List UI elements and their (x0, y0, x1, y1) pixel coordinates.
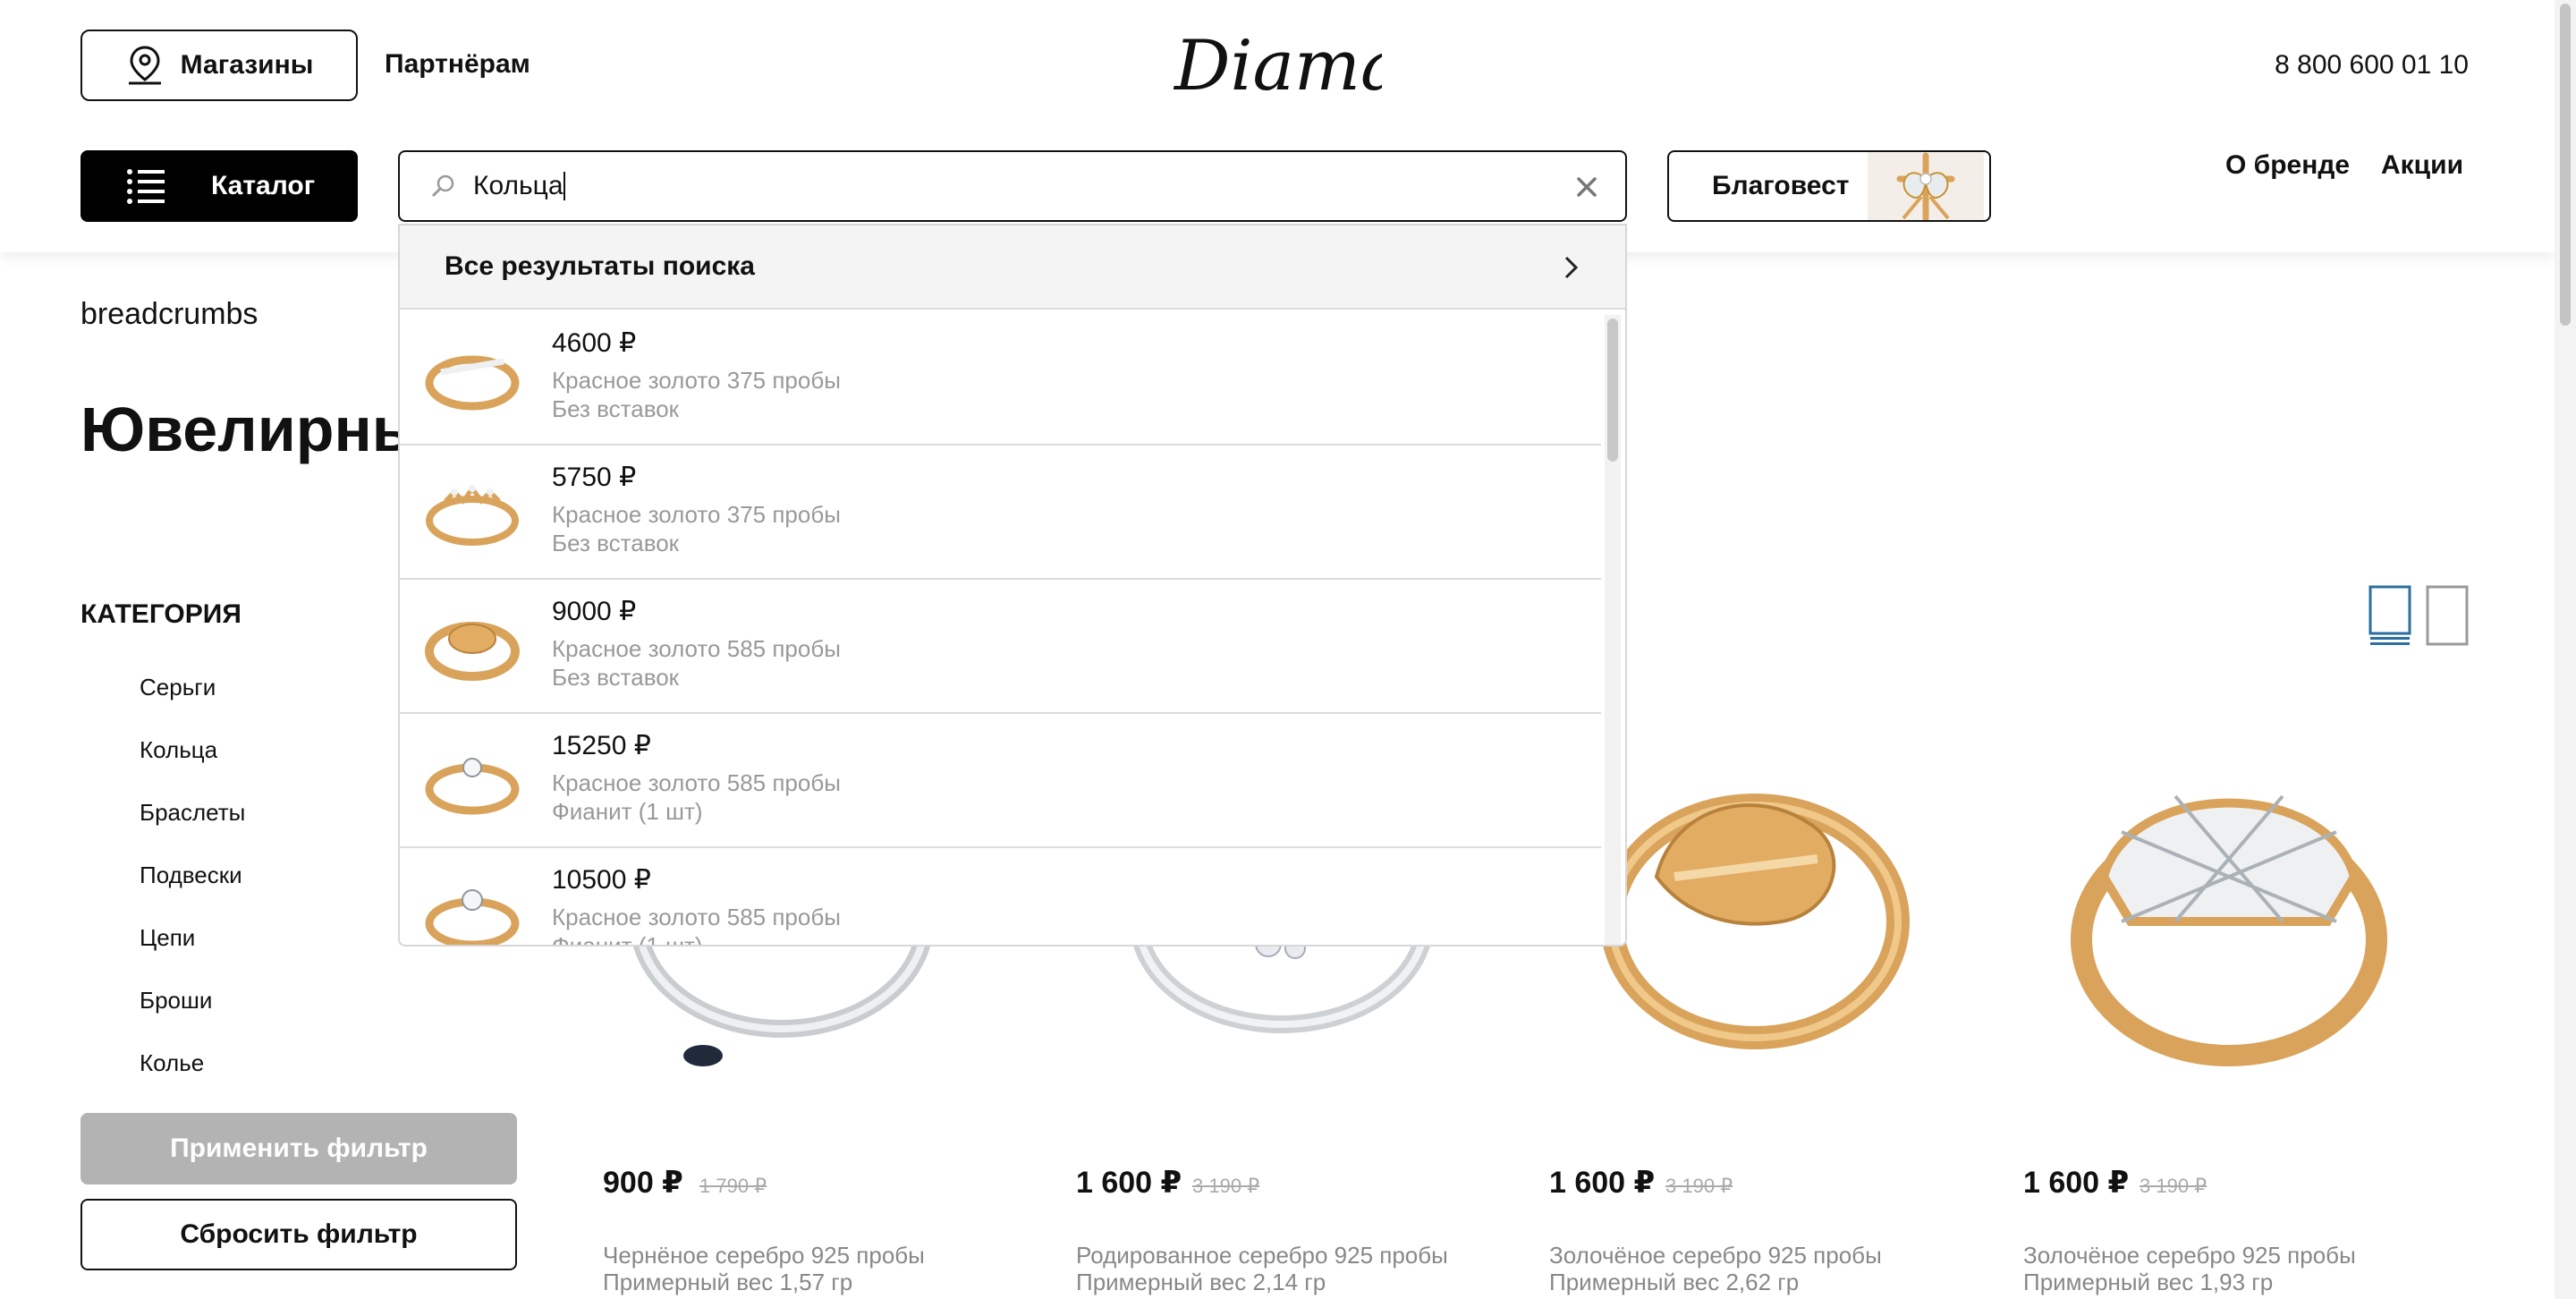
single-view-icon[interactable] (2424, 585, 2470, 646)
page-scrollbar-thumb[interactable] (2560, 4, 2571, 326)
ring-thumbnail (426, 484, 519, 546)
search-suggestion-item[interactable]: 4600 ₽ Красное золото 375 пробы Без вста… (400, 311, 1601, 446)
suggestion-insert: Фианит (1 шт) (552, 798, 703, 825)
suggestion-metal: Красное золото 585 пробы (552, 635, 841, 662)
stores-button[interactable]: Магазины (80, 30, 358, 101)
product-weight: Примерный вес 2,62 гр (1549, 1269, 1800, 1295)
cross-pendant-image (1868, 152, 1984, 220)
dropdown-scrollbar-thumb[interactable] (1607, 318, 1618, 462)
suggestion-price: 4600 ₽ (552, 328, 637, 358)
phone-number[interactable]: 8 800 600 01 10 (2275, 50, 2469, 81)
product-price: 1 600 ₽ (1076, 1166, 1182, 1200)
product-weight: Примерный вес 2,14 гр (1076, 1269, 1326, 1295)
category-item-earrings[interactable]: Серьги (140, 671, 245, 734)
nav-about-brand[interactable]: О бренде (2225, 150, 2350, 181)
brand-logo[interactable]: Diamant (1167, 18, 1382, 107)
chevron-right-icon (1564, 256, 1579, 279)
stores-label: Магазины (180, 50, 314, 80)
all-search-results-link[interactable]: Все результаты поиска (400, 225, 1625, 310)
suggestion-metal: Красное золото 585 пробы (552, 769, 841, 796)
product-metal: Родированное серебро 925 пробы (1076, 1242, 1448, 1269)
search-suggestion-item[interactable]: 15250 ₽ Красное золото 585 пробы Фианит … (400, 714, 1601, 848)
product-weight: Примерный вес 1,57 гр (603, 1269, 853, 1295)
product-weight: Примерный вес 1,93 гр (2023, 1269, 2274, 1295)
breadcrumb[interactable]: breadcrumbs (80, 297, 258, 332)
page-title: Ювелирны (80, 395, 426, 464)
category-item-rings[interactable]: Кольца (140, 734, 245, 796)
page-scrollbar[interactable] (2555, 0, 2576, 1299)
suggestion-metal: Красное золото 585 пробы (552, 904, 841, 930)
search-icon (431, 174, 454, 198)
promo-label: Благовест (1712, 171, 1850, 200)
ring-thumbnail (425, 355, 520, 411)
category-item-bracelets[interactable]: Браслеты (140, 796, 245, 859)
category-item-brooches[interactable]: Броши (140, 984, 245, 1047)
product-metal: Золочёное серебро 925 пробы (2023, 1242, 2356, 1269)
logo-text: Diamant (1173, 26, 1382, 106)
product-image (2071, 794, 2387, 1066)
suggestion-price: 15250 ₽ (552, 731, 651, 760)
ring-thumbnail (425, 889, 520, 945)
dropdown-scrollbar[interactable] (1605, 315, 1621, 945)
product-price: 900 ₽ (603, 1166, 683, 1200)
text-cursor (563, 172, 565, 200)
search-suggestions-dropdown: Все результаты поиска 4600 ₽ Красное зол… (398, 224, 1627, 947)
search-field[interactable]: Кольца (398, 150, 1627, 222)
product-metal: Чернёное серебро 925 пробы (603, 1242, 925, 1269)
suggestion-insert: Без вставок (552, 664, 680, 691)
suggestion-metal: Красное золото 375 пробы (552, 501, 841, 528)
site-header: Магазины Партнёрам Diamant 8 800 600 01 … (0, 0, 2555, 252)
apply-filter-button[interactable]: Применить фильтр (80, 1113, 517, 1184)
promo-blagovest-button[interactable]: Благовест (1667, 150, 1991, 222)
search-input[interactable]: Кольца (473, 171, 564, 201)
search-suggestions-list: 4600 ₽ Красное золото 375 пробы Без вста… (400, 311, 1601, 947)
category-item-chains[interactable]: Цепи (140, 921, 245, 984)
category-item-pendants[interactable]: Подвески (140, 859, 245, 921)
all-results-label: Все результаты поиска (445, 251, 755, 281)
search-suggestion-item[interactable]: 5750 ₽ Красное золото 375 пробы Без вста… (400, 446, 1601, 580)
product-old-price: 3 190 ₽ (1192, 1175, 1260, 1197)
product-card[interactable]: 1 600 ₽ 3 190 ₽ Золочёное серебро 925 пр… (2023, 698, 2435, 1299)
suggestion-metal: Красное золото 375 пробы (552, 367, 841, 394)
category-filter-heading: КАТЕГОРИЯ (80, 599, 242, 629)
clear-search-icon[interactable] (1573, 174, 1600, 200)
product-price: 1 600 ₽ (1549, 1166, 1656, 1200)
category-list: Серьги Кольца Браслеты Подвески Цепи Бро… (140, 671, 245, 1109)
product-old-price: 3 190 ₽ (1665, 1175, 1733, 1197)
product-old-price: 1 790 ₽ (699, 1175, 767, 1197)
catalog-label: Каталог (211, 171, 316, 200)
suggestion-insert: Фианит (1 шт) (552, 932, 703, 947)
ring-thumbnail (425, 758, 520, 815)
ring-thumbnail (425, 622, 520, 681)
catalog-button[interactable]: Каталог (80, 150, 358, 222)
nav-sales[interactable]: Акции (2381, 150, 2463, 181)
suggestion-insert: Без вставок (552, 395, 680, 422)
reset-filter-button[interactable]: Сбросить фильтр (80, 1199, 517, 1270)
suggestion-price: 5750 ₽ (552, 463, 637, 492)
suggestion-insert: Без вставок (552, 530, 680, 556)
product-metal: Золочёное серебро 925 пробы (1549, 1242, 1882, 1269)
suggestion-price: 9000 ₽ (552, 597, 637, 626)
list-menu-icon (127, 169, 165, 204)
category-item-necklaces[interactable]: Колье (140, 1047, 245, 1109)
map-pin-icon (128, 46, 161, 85)
search-suggestion-item[interactable]: 10500 ₽ Красное золото 585 пробы Фианит … (400, 848, 1601, 947)
suggestion-price: 10500 ₽ (552, 865, 651, 895)
partners-link[interactable]: Партнёрам (385, 49, 530, 80)
product-price: 1 600 ₽ (2023, 1166, 2130, 1200)
grid-view-icon[interactable] (2367, 585, 2413, 646)
product-old-price: 3 190 ₽ (2140, 1175, 2207, 1197)
search-suggestion-item[interactable]: 9000 ₽ Красное золото 585 пробы Без вста… (400, 580, 1601, 714)
